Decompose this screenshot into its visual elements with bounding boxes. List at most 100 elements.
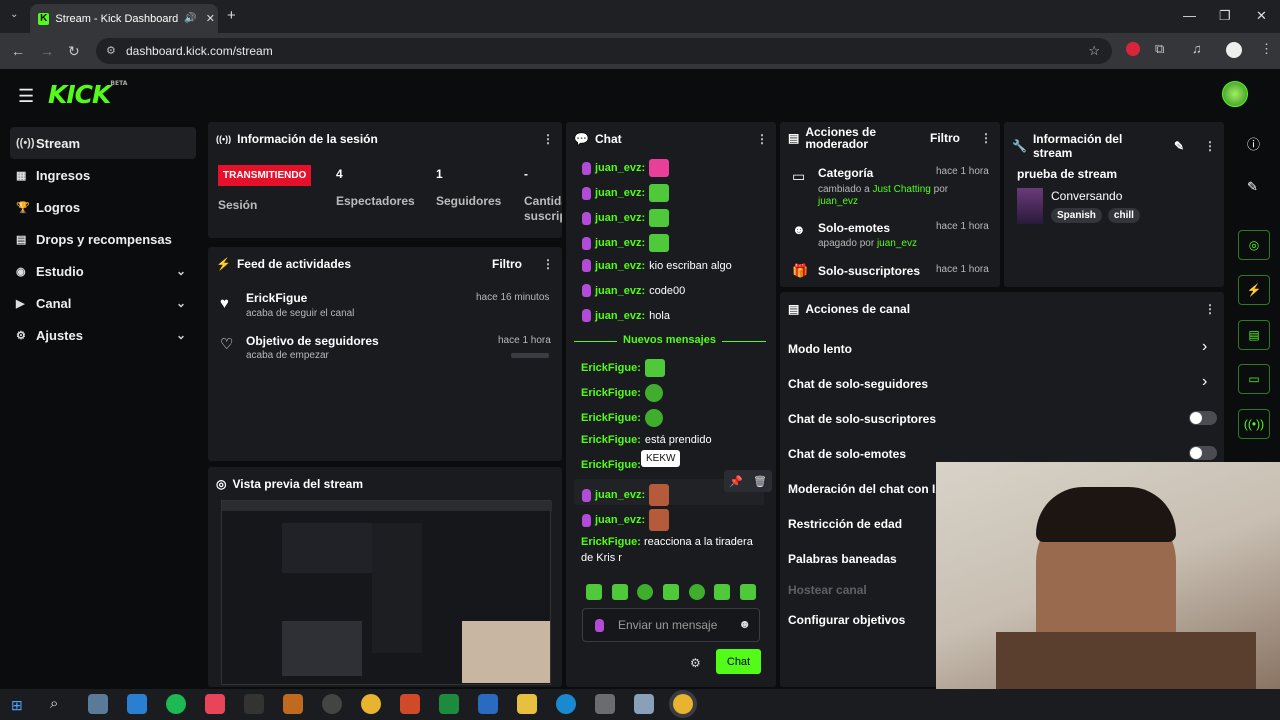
forward-icon[interactable]: → — [40, 43, 54, 59]
chat-username[interactable]: juan_evz: — [595, 162, 645, 174]
chat-message[interactable]: juan_evz: — [582, 209, 670, 227]
sidebar-item-ajustes[interactable]: ⚙ Ajustes ⌄ — [10, 319, 196, 351]
subs-only-toggle[interactable] — [1189, 411, 1217, 425]
chat-message[interactable]: juan_evz: hola — [582, 309, 670, 322]
chat-username[interactable]: ErickFigue: — [581, 412, 641, 424]
taskbar-app-icon[interactable] — [400, 694, 420, 714]
chat-message[interactable]: juan_evz: kio escriban algo — [582, 259, 732, 272]
chat-message[interactable]: juan_evz: code00 — [582, 284, 685, 297]
taskbar-app-icon[interactable] — [634, 694, 654, 714]
emotes-only-toggle[interactable] — [1189, 446, 1217, 460]
chat-message[interactable]: ErickFigue: — [581, 409, 663, 427]
rail-session-button[interactable]: ((•)) — [1238, 409, 1270, 439]
more-options-icon[interactable]: ⋮ — [1204, 302, 1216, 316]
action-age-restriction[interactable]: Restricción de edad — [788, 517, 902, 531]
chat-message[interactable]: ErickFigue: está prendido — [581, 434, 712, 446]
url-input[interactable]: ⚙ dashboard.kick.com/stream ☆ — [96, 38, 1112, 64]
windows-start-icon[interactable]: ⊞ — [11, 697, 23, 714]
chat-message[interactable]: ErickFigue: reacciona a la tiradera de Kr… — [581, 534, 761, 566]
taskbar-app-icon[interactable] — [439, 694, 459, 714]
chat-username[interactable]: juan_evz: — [595, 212, 645, 224]
chat-message[interactable]: juan_evz: — [582, 234, 670, 252]
chat-send-button[interactable]: Chat — [716, 649, 761, 674]
emote-icon[interactable] — [688, 584, 705, 600]
extensions-puzzle-icon[interactable]: ⧉ — [1155, 41, 1164, 57]
chat-username[interactable]: ErickFigue: — [581, 387, 641, 399]
feed-filter-button[interactable]: Filtro — [492, 257, 522, 271]
emote-icon[interactable] — [714, 584, 731, 600]
browser-tab[interactable]: K Stream - Kick Dashboard 🔊 ✕ — [30, 4, 218, 33]
action-banned-words[interactable]: Palabras baneadas — [788, 552, 897, 566]
sidebar-item-drops[interactable]: ▤ Drops y recompensas — [10, 223, 196, 255]
site-info-icon[interactable]: ⚙ — [106, 44, 116, 57]
pin-icon[interactable]: 📌 — [729, 475, 743, 488]
chat-username[interactable]: juan_evz: — [595, 514, 645, 526]
chat-username[interactable]: juan_evz: — [595, 285, 645, 297]
tab-close-icon[interactable]: ✕ — [203, 12, 218, 25]
profile-avatar-icon[interactable] — [1226, 42, 1242, 58]
kick-logo[interactable]: KICKBETA — [48, 80, 127, 109]
bookmark-star-icon[interactable]: ☆ — [1088, 43, 1100, 59]
minimize-icon[interactable]: — — [1183, 8, 1196, 23]
back-icon[interactable]: ← — [11, 43, 25, 59]
chat-message[interactable]: ErickFigue: — [581, 384, 663, 402]
chat-username[interactable]: juan_evz: — [595, 489, 645, 501]
chat-username[interactable]: juan_evz: — [595, 310, 645, 322]
emoji-icon[interactable]: ☻ — [738, 617, 751, 631]
chat-message[interactable]: juan_evz: — [582, 509, 670, 531]
sidebar-item-ingresos[interactable]: ▦ Ingresos — [10, 159, 196, 191]
chat-username[interactable]: juan_evz: — [595, 237, 645, 249]
action-ai-moderation[interactable]: Moderación del chat con IA — [788, 482, 944, 496]
rail-activity-button[interactable]: ⚡ — [1238, 275, 1270, 305]
emote-icon[interactable] — [611, 584, 628, 600]
taskbar-app-icon[interactable] — [127, 694, 147, 714]
chevron-right-icon[interactable]: › — [1202, 373, 1207, 391]
action-followers-only[interactable]: Chat de solo-seguidores — [788, 377, 928, 391]
speaker-icon[interactable]: 🔊 — [184, 13, 196, 24]
chat-username[interactable]: ErickFigue: — [581, 536, 641, 548]
chat-message[interactable]: juan_evz: — [582, 184, 670, 202]
reload-icon[interactable]: ↻ — [68, 43, 80, 60]
sidebar-item-stream[interactable]: ((•)) Stream — [10, 127, 196, 159]
rail-list-button[interactable]: ▤ — [1238, 320, 1270, 350]
chevron-right-icon[interactable]: › — [1202, 338, 1207, 356]
edge-icon[interactable] — [556, 694, 576, 714]
file-explorer-icon[interactable] — [517, 694, 537, 714]
mod-filter-button[interactable]: Filtro — [930, 132, 960, 144]
info-icon[interactable]: ⓘ — [1247, 134, 1260, 153]
chat-settings-gear-icon[interactable]: ⚙ — [690, 656, 701, 670]
emote-icon[interactable] — [586, 584, 602, 600]
mod-detail-link[interactable]: juan_evz — [818, 196, 858, 207]
stream-preview-video[interactable] — [221, 500, 552, 685]
user-avatar[interactable] — [1222, 81, 1248, 107]
obs-icon[interactable] — [322, 694, 342, 714]
epic-games-icon[interactable] — [244, 694, 264, 714]
chrome-icon[interactable] — [361, 694, 381, 714]
sidebar-item-canal[interactable]: ▶ Canal ⌄ — [10, 287, 196, 319]
taskbar-app-icon[interactable] — [478, 694, 498, 714]
chat-username[interactable]: ErickFigue: — [581, 362, 641, 374]
edit-icon[interactable]: ✎ — [1247, 179, 1258, 195]
chat-username[interactable]: juan_evz: — [595, 187, 645, 199]
chat-username[interactable]: ErickFigue: — [581, 459, 641, 471]
emote-icon[interactable] — [662, 584, 679, 600]
chat-message[interactable]: ErickFigue: — [581, 459, 641, 471]
category-name[interactable]: Conversando — [1051, 189, 1122, 203]
taskbar-app-icon[interactable] — [283, 694, 303, 714]
emote-icon[interactable] — [739, 584, 756, 600]
calculator-icon[interactable] — [595, 694, 615, 714]
close-window-icon[interactable]: ✕ — [1256, 8, 1267, 24]
chat-username[interactable]: ErickFigue: — [581, 434, 641, 446]
music-icon[interactable] — [205, 694, 225, 714]
mod-detail-link[interactable]: juan_evz — [877, 238, 917, 249]
browser-menu-icon[interactable]: ⋮ — [1260, 41, 1273, 57]
extension-icon[interactable] — [1126, 42, 1140, 56]
emote-icon[interactable] — [637, 584, 654, 600]
rail-preview-button[interactable]: ◎ — [1238, 230, 1270, 260]
action-configure-goals[interactable]: Configurar objetivos — [788, 613, 905, 627]
maximize-icon[interactable]: ❐ — [1219, 8, 1231, 24]
trash-icon[interactable]: 🗑 — [753, 475, 767, 488]
more-options-icon[interactable]: ⋮ — [756, 132, 768, 146]
more-options-icon[interactable]: ⋮ — [542, 132, 554, 146]
tag-chip[interactable]: chill — [1107, 208, 1140, 223]
